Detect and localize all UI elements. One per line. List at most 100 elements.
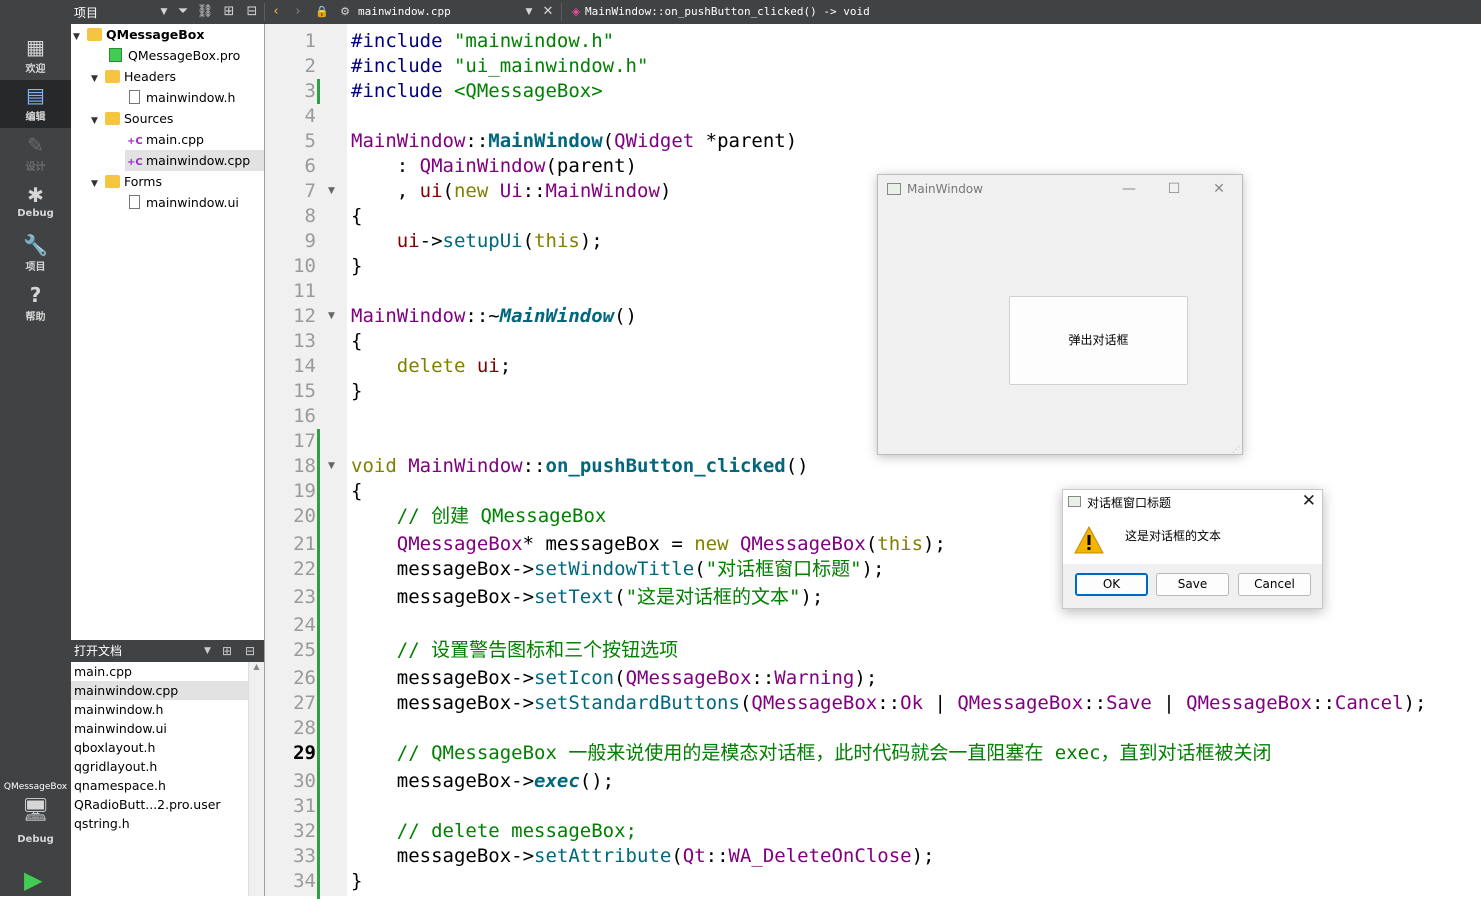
ok-button[interactable]: OK [1075, 573, 1148, 596]
file-dropdown-chevron-icon[interactable]: ▼ [520, 2, 538, 22]
line-number[interactable]: 30 [266, 769, 316, 794]
back-arrow-icon[interactable]: ‹ [267, 2, 285, 22]
line-number[interactable]: 27 [266, 691, 316, 716]
open-document-item[interactable]: qgridlayout.h [71, 757, 250, 776]
code-line[interactable]: messageBox->setStandardButtons(QMessageB… [351, 691, 1427, 716]
collapse-arrow-icon[interactable]: ▼ [91, 111, 105, 132]
mode-debug[interactable]: ✱ Debug [0, 180, 71, 228]
mode-design[interactable]: ✎ 设计 [0, 130, 71, 178]
close-pane-icon[interactable]: ⊟ [243, 2, 261, 22]
link-icon[interactable]: ⛓ [196, 2, 214, 22]
line-number[interactable]: 5 [266, 129, 316, 154]
code-line[interactable]: messageBox->setText("这是对话框的文本"); [351, 585, 824, 610]
code-line[interactable]: } [351, 869, 362, 894]
current-file-name[interactable]: mainwindow.cpp [358, 5, 451, 18]
tree-item-headers[interactable]: ▼ Headers [91, 66, 176, 87]
tree-item-source-file[interactable]: +C main.cpp [127, 129, 204, 150]
code-line[interactable]: { [351, 479, 362, 504]
code-line[interactable]: { [351, 204, 362, 229]
project-view-label[interactable]: 项目 [74, 4, 98, 21]
view-select-chevron-icon[interactable]: ▼ [155, 2, 173, 22]
open-document-item[interactable]: qstring.h [71, 814, 250, 833]
collapse-arrow-icon[interactable]: ▼ [91, 174, 105, 195]
code-line[interactable]: // 创建 QMessageBox [351, 504, 607, 529]
open-document-item[interactable]: mainwindow.h [71, 700, 250, 719]
split-icon[interactable]: ⊞ [222, 640, 232, 662]
open-document-item[interactable]: main.cpp [71, 662, 250, 681]
run-icon[interactable]: ▶ [24, 866, 42, 894]
tree-item-forms[interactable]: ▼ Forms [91, 171, 162, 192]
fold-arrow-icon[interactable]: ▼ [328, 461, 335, 471]
line-number[interactable]: 33 [266, 844, 316, 869]
code-line[interactable]: MainWindow::~MainWindow() [351, 304, 637, 329]
line-number[interactable]: 7 [266, 179, 316, 204]
code-line[interactable]: void MainWindow::on_pushButton_clicked() [351, 454, 809, 479]
line-number[interactable]: 2 [266, 54, 316, 79]
line-number[interactable]: 21 [266, 532, 316, 557]
scrollbar[interactable]: ▲ [248, 662, 264, 896]
line-number[interactable]: 9 [266, 229, 316, 254]
line-number[interactable]: 26 [266, 666, 316, 691]
line-number[interactable]: 11 [266, 279, 316, 304]
code-line[interactable]: , ui(new Ui::MainWindow) [351, 179, 672, 204]
code-line[interactable]: // delete messageBox; [351, 819, 637, 844]
tree-item-pro-file[interactable]: QMessageBox.pro [109, 45, 240, 66]
line-number[interactable]: 24 [266, 613, 316, 638]
line-number[interactable]: 14 [266, 354, 316, 379]
line-number[interactable]: 17 [266, 429, 316, 454]
line-number[interactable]: 16 [266, 404, 316, 429]
code-line[interactable]: } [351, 379, 362, 404]
function-symbol-selector[interactable]: MainWindow::on_pushButton_clicked() -> v… [585, 5, 870, 18]
monitor-icon[interactable]: 🖥 [0, 798, 71, 823]
code-line[interactable]: } [351, 254, 362, 279]
code-line[interactable]: messageBox->exec(); [351, 769, 614, 794]
code-line[interactable]: QMessageBox* messageBox = new QMessageBo… [351, 532, 946, 557]
code-line[interactable]: { [351, 329, 362, 354]
lock-icon[interactable]: 🔒 [313, 2, 331, 22]
tree-item-project[interactable]: ▼ QMessageBox [73, 24, 204, 45]
close-icon[interactable]: ✕ [1302, 491, 1316, 511]
tree-item-form-file[interactable]: mainwindow.ui [127, 192, 239, 213]
mode-help[interactable]: ? 帮助 [0, 280, 71, 328]
tree-item-sources[interactable]: ▼ Sources [91, 108, 173, 129]
open-document-item[interactable]: mainwindow.cpp [71, 681, 250, 700]
line-number[interactable]: 15 [266, 379, 316, 404]
line-number[interactable]: 34 [266, 869, 316, 894]
fold-arrow-icon[interactable]: ▼ [328, 311, 335, 321]
minimize-icon[interactable]: — [1114, 178, 1144, 200]
open-document-item[interactable]: QRadioButt...2.pro.user [71, 795, 250, 814]
code-line[interactable]: messageBox->setAttribute(Qt::WA_DeleteOn… [351, 844, 935, 869]
open-document-item[interactable]: qnamespace.h [71, 776, 250, 795]
code-line[interactable]: delete ui; [351, 354, 511, 379]
split-icon[interactable]: ⊞ [220, 2, 238, 22]
close-file-icon[interactable]: ✕ [539, 2, 557, 22]
line-number[interactable]: 28 [266, 716, 316, 741]
code-line[interactable]: #include "ui_mainwindow.h" [351, 54, 648, 79]
collapse-arrow-icon[interactable]: ▼ [91, 69, 105, 90]
line-number[interactable]: 32 [266, 819, 316, 844]
line-number[interactable]: 31 [266, 794, 316, 819]
open-document-item[interactable]: mainwindow.ui [71, 719, 250, 738]
tree-item-header-file[interactable]: mainwindow.h [127, 87, 235, 108]
open-document-item[interactable]: qboxlayout.h [71, 738, 250, 757]
filter-icon[interactable]: ⏷ [174, 2, 192, 22]
line-number[interactable]: 12 [266, 304, 316, 329]
mode-projects[interactable]: 🔧 项目 [0, 230, 71, 278]
cancel-button[interactable]: Cancel [1238, 573, 1311, 596]
code-line[interactable]: ui->setupUi(this); [351, 229, 603, 254]
code-line[interactable]: messageBox->setWindowTitle("对话框窗口标题"); [351, 557, 885, 582]
mode-welcome[interactable]: ▦ 欢迎 [0, 32, 71, 80]
chevron-down-icon[interactable]: ▼ [204, 640, 211, 662]
fold-arrow-icon[interactable]: ▼ [328, 186, 335, 196]
line-number[interactable]: 1 [266, 29, 316, 54]
forward-arrow-icon[interactable]: › [289, 2, 307, 22]
code-line[interactable]: #include "mainwindow.h" [351, 29, 614, 54]
line-number[interactable]: 4 [266, 104, 316, 129]
line-number[interactable]: 25 [266, 638, 316, 663]
line-number[interactable]: 22 [266, 557, 316, 582]
code-line[interactable]: #include <QMessageBox> [351, 79, 603, 104]
show-dialog-button[interactable]: 弹出对话框 [1009, 296, 1188, 385]
line-number[interactable]: 10 [266, 254, 316, 279]
tree-item-source-file-selected[interactable]: +C mainwindow.cpp [125, 150, 266, 171]
close-icon[interactable]: ✕ [1204, 178, 1234, 200]
